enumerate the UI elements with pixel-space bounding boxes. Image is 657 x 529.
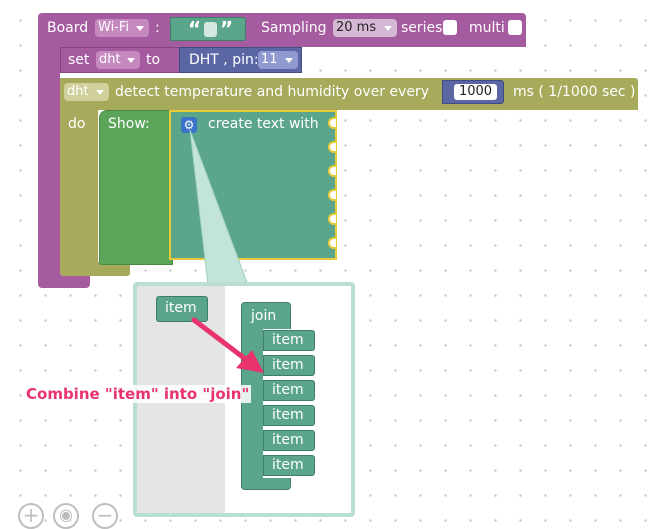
- annotation-arrow-icon: [191, 317, 264, 373]
- interval-number-block[interactable]: 1000: [442, 80, 504, 104]
- series-label: series: [401, 20, 443, 36]
- join-item[interactable]: item: [263, 455, 315, 476]
- input-connector: [328, 117, 336, 129]
- set-variable-dropdown[interactable]: dht: [96, 51, 140, 69]
- sampling-label: Sampling: [261, 20, 327, 36]
- text-value-block[interactable]: “ ”: [170, 17, 246, 41]
- detect-variable-value: dht: [67, 84, 89, 99]
- input-connector: [328, 237, 336, 249]
- interval-input[interactable]: 1000: [454, 84, 497, 100]
- item-block-label: item: [165, 300, 197, 316]
- board-label: Board: [47, 20, 89, 36]
- input-connector: [328, 141, 336, 153]
- input-connector: [328, 165, 336, 177]
- board-dropdown[interactable]: Wi-Fi: [95, 19, 149, 37]
- chevron-down-icon: [136, 26, 144, 31]
- input-connector: [328, 189, 336, 201]
- join-item-label: item: [272, 357, 304, 373]
- join-item[interactable]: item: [263, 330, 315, 351]
- join-item-label: item: [272, 332, 304, 348]
- zoom-out-button[interactable]: −: [92, 503, 118, 529]
- chevron-down-icon: [384, 26, 392, 31]
- join-item[interactable]: item: [263, 380, 315, 401]
- join-item[interactable]: item: [263, 405, 315, 426]
- do-label: do: [68, 116, 86, 132]
- join-item-label: item: [272, 407, 304, 423]
- text-value-field[interactable]: [204, 22, 217, 37]
- plus-icon: +: [22, 503, 40, 527]
- multi-label: multi: [469, 20, 505, 36]
- quote-close: ”: [220, 17, 234, 41]
- detect-text: detect temperature and humidity over eve…: [115, 84, 429, 100]
- multi-checkbox[interactable]: [508, 20, 522, 35]
- chevron-down-icon: [96, 90, 104, 95]
- board-dropdown-value: Wi-Fi: [98, 20, 130, 35]
- input-connector: [328, 213, 336, 225]
- board-block-left-arm: [38, 46, 60, 276]
- join-block-bottom: [241, 478, 291, 490]
- chevron-down-icon: [127, 58, 135, 63]
- reset-icon: ◉: [59, 505, 73, 524]
- join-item-label: item: [272, 432, 304, 448]
- sampling-dropdown[interactable]: 20 ms: [333, 19, 397, 37]
- minus-icon: −: [96, 503, 114, 527]
- annotation-text: Combine "item" into "join": [24, 385, 252, 403]
- detect-variable-dropdown[interactable]: dht: [64, 83, 109, 101]
- unit-label: ms ( 1/1000 sec ): [513, 84, 636, 100]
- series-checkbox[interactable]: [443, 20, 457, 35]
- show-label: Show:: [108, 116, 150, 132]
- show-block[interactable]: [99, 110, 173, 265]
- chevron-down-icon: [285, 58, 293, 63]
- zoom-in-button[interactable]: +: [18, 503, 44, 529]
- join-item[interactable]: item: [263, 355, 315, 376]
- mutator-bubble-tail: [189, 129, 249, 286]
- board-colon: :: [155, 20, 160, 36]
- quote-open: “: [188, 17, 202, 41]
- dht-sensor-label: DHT , pin:: [189, 52, 259, 68]
- pin-value: 11: [261, 52, 278, 67]
- sampling-dropdown-value: 20 ms: [336, 20, 377, 35]
- join-item-label: item: [272, 457, 304, 473]
- pin-dropdown[interactable]: 11: [258, 51, 298, 69]
- interval-value: 1000: [458, 84, 493, 99]
- set-label: set: [68, 52, 90, 68]
- to-label: to: [146, 52, 161, 68]
- zoom-reset-button[interactable]: ◉: [53, 503, 79, 529]
- join-item-label: item: [272, 382, 304, 398]
- set-variable-value: dht: [99, 52, 121, 67]
- join-item[interactable]: item: [263, 430, 315, 451]
